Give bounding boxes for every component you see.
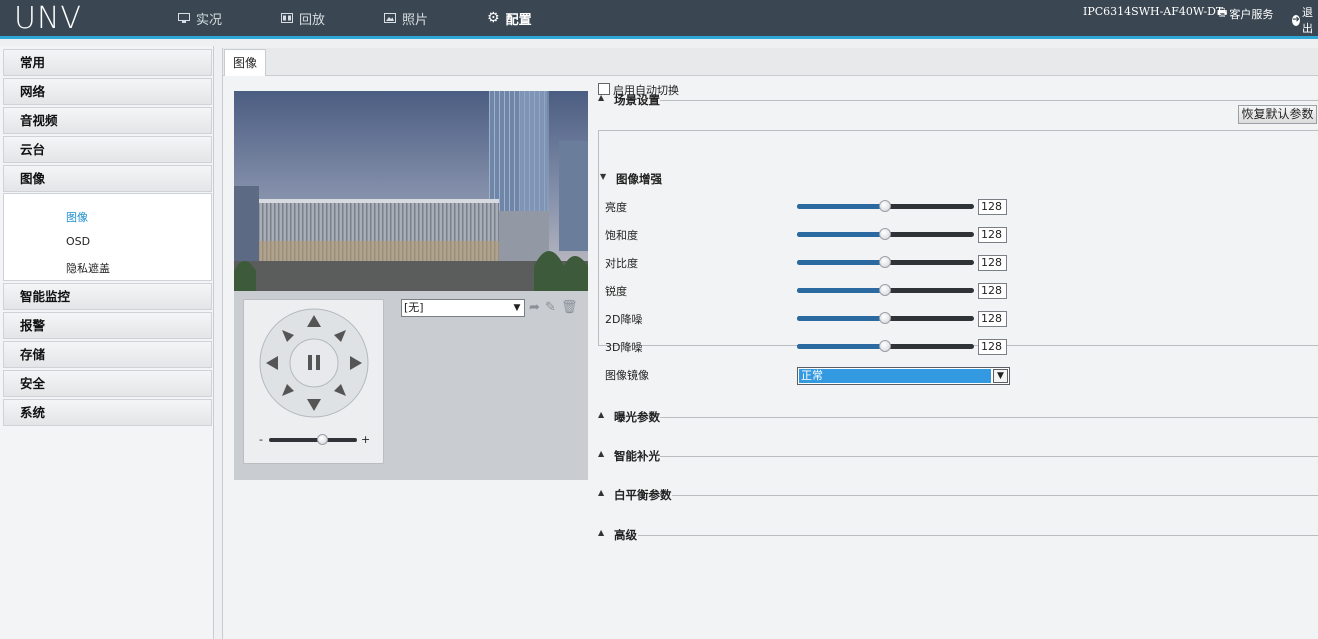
sharpness-slider[interactable] bbox=[797, 284, 974, 296]
slider-fill bbox=[797, 316, 885, 321]
section-advanced-title: 高级 bbox=[614, 528, 637, 542]
nav-live-label: 实况 bbox=[196, 12, 223, 28]
nr2d-slider-thumb[interactable] bbox=[879, 312, 891, 324]
divider bbox=[638, 535, 1318, 536]
auto-switch-checkbox[interactable] bbox=[598, 83, 610, 95]
nr3d-input[interactable]: 128 bbox=[978, 339, 1007, 355]
nr2d-input[interactable]: 128 bbox=[978, 311, 1007, 327]
mirror-select[interactable]: 正常 ▼ bbox=[797, 367, 1010, 385]
slider-fill bbox=[797, 232, 885, 237]
sharpness-input[interactable]: 128 bbox=[978, 283, 1007, 299]
submenu-item-image[interactable]: 图像 bbox=[66, 209, 88, 225]
section-advanced[interactable]: ▲ 高级 bbox=[598, 528, 1318, 542]
section-smart-light-title: 智能补光 bbox=[614, 449, 660, 463]
expand-icon: ▲ bbox=[598, 488, 605, 497]
auto-switch-label: 启用自动切换 bbox=[613, 84, 679, 97]
enhance-group bbox=[598, 130, 1318, 346]
sidebar: 常用 网络 音视频 云台 图像 图像 OSD 隐私遮盖 智能监控 报警 存储 安… bbox=[0, 46, 214, 639]
nr2d-slider[interactable] bbox=[797, 312, 974, 324]
sidebar-item-network[interactable]: 网络 bbox=[3, 78, 212, 105]
sidebar-item-alarm[interactable]: 报警 bbox=[3, 312, 212, 339]
nr3d-slider[interactable] bbox=[797, 340, 974, 352]
sharpness-label: 锐度 bbox=[605, 285, 627, 298]
submenu-item-osd[interactable]: OSD bbox=[66, 235, 90, 248]
sidebar-item-audio-video[interactable]: 音视频 bbox=[3, 107, 212, 134]
sharpness-slider-thumb[interactable] bbox=[879, 284, 891, 296]
restore-defaults-button[interactable]: 恢复默认参数 bbox=[1238, 105, 1317, 124]
section-enhance-title: 图像增强 bbox=[616, 172, 662, 186]
collapse-down-icon: ▼ bbox=[600, 172, 607, 181]
divider bbox=[660, 100, 1318, 101]
contrast-slider-thumb[interactable] bbox=[879, 256, 891, 268]
nr3d-label: 3D降噪 bbox=[605, 341, 643, 354]
sidebar-item-common[interactable]: 常用 bbox=[3, 49, 212, 76]
divider bbox=[672, 495, 1318, 496]
saturation-slider[interactable] bbox=[797, 228, 974, 240]
section-white-balance-title: 白平衡参数 bbox=[614, 488, 672, 502]
slider-fill bbox=[797, 260, 885, 265]
nr3d-slider-thumb[interactable] bbox=[879, 340, 891, 352]
unv-logo: UNV bbox=[14, 1, 82, 36]
saturation-slider-thumb[interactable] bbox=[879, 228, 891, 240]
sidebar-item-system[interactable]: 系统 bbox=[3, 399, 212, 426]
contrast-label: 对比度 bbox=[605, 257, 638, 270]
slider-fill bbox=[797, 288, 885, 293]
nr2d-label: 2D降噪 bbox=[605, 313, 643, 326]
section-smart-light[interactable]: ▲ 智能补光 bbox=[598, 449, 1318, 463]
sidebar-item-security[interactable]: 安全 bbox=[3, 370, 212, 397]
brightness-label: 亮度 bbox=[605, 201, 627, 214]
divider bbox=[660, 456, 1318, 457]
saturation-label: 饱和度 bbox=[605, 229, 638, 242]
sidebar-item-smart[interactable]: 智能监控 bbox=[3, 283, 212, 310]
contrast-slider[interactable] bbox=[797, 256, 974, 268]
expand-icon: ▲ bbox=[598, 410, 605, 419]
brightness-slider-thumb[interactable] bbox=[879, 200, 891, 212]
mirror-label: 图像镜像 bbox=[605, 369, 649, 382]
brightness-input[interactable]: 128 bbox=[978, 199, 1007, 215]
expand-icon: ▲ bbox=[598, 528, 605, 537]
section-scene[interactable]: ▲ 场景设置 bbox=[598, 93, 1318, 107]
submenu-item-privacy-mask[interactable]: 隐私遮盖 bbox=[66, 260, 110, 276]
image-submenu: 图像 OSD 隐私遮盖 bbox=[3, 193, 212, 281]
expand-icon: ▲ bbox=[598, 449, 605, 458]
saturation-input[interactable]: 128 bbox=[978, 227, 1007, 243]
section-exposure[interactable]: ▲ 曝光参数 bbox=[598, 410, 1318, 424]
monitor-icon bbox=[178, 13, 190, 23]
divider bbox=[660, 417, 1318, 418]
sidebar-item-image[interactable]: 图像 bbox=[3, 165, 212, 192]
sidebar-item-ptz[interactable]: 云台 bbox=[3, 136, 212, 163]
mirror-value: 正常 bbox=[799, 369, 991, 383]
slider-fill bbox=[797, 344, 885, 349]
settings-panel: ▲ 场景设置 启用自动切换 恢复默认参数 ▼ 图像增强 亮度 128 饱和度 1… bbox=[222, 0, 1318, 639]
nav-live[interactable]: 实况 bbox=[178, 0, 222, 36]
brightness-slider[interactable] bbox=[797, 200, 974, 212]
chevron-down-icon: ▼ bbox=[993, 369, 1008, 383]
contrast-input[interactable]: 128 bbox=[978, 255, 1007, 271]
section-enhance[interactable]: ▼ 图像增强 bbox=[600, 172, 680, 186]
slider-fill bbox=[797, 204, 885, 209]
sidebar-item-storage[interactable]: 存储 bbox=[3, 341, 212, 368]
section-exposure-title: 曝光参数 bbox=[614, 410, 660, 424]
section-white-balance[interactable]: ▲ 白平衡参数 bbox=[598, 488, 1318, 502]
